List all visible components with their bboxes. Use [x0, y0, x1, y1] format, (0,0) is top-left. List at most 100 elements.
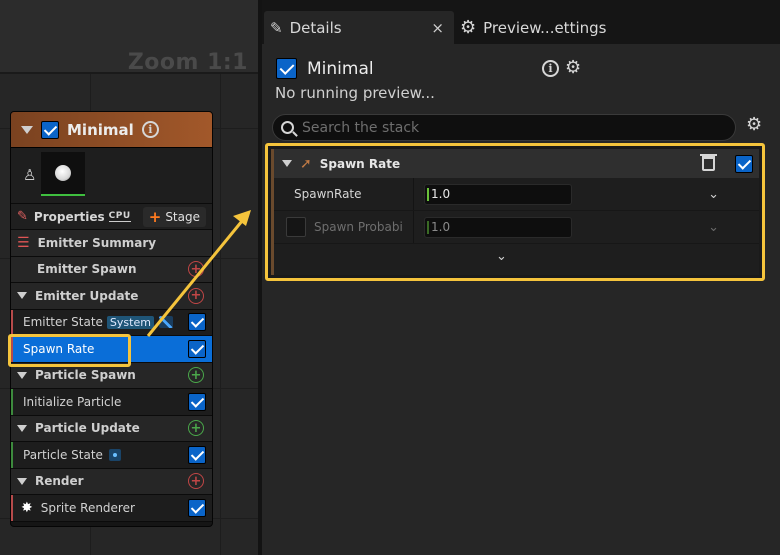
render-label: Render: [35, 474, 84, 489]
module-enable-checkbox[interactable]: [188, 498, 206, 517]
add-stage-button[interactable]: + Stage: [142, 206, 206, 227]
emitter-thumbnail-row: ♙: [11, 148, 212, 204]
collapse-arrow-icon[interactable]: [17, 477, 27, 485]
add-module-icon[interactable]: +: [188, 420, 204, 437]
cpu-badge: CPU: [108, 211, 131, 222]
sprite-icon: ✸: [21, 499, 33, 516]
module-stripe: [11, 495, 13, 521]
emitter-enable-checkbox[interactable]: [276, 58, 297, 79]
stack-search-box[interactable]: [272, 114, 736, 141]
render-section[interactable]: Render +: [11, 468, 212, 495]
details-pencil-icon: ✎: [270, 18, 283, 37]
person-icon[interactable]: ♙: [23, 166, 36, 184]
emitter-spawn-section[interactable]: Emitter Spawn +: [11, 256, 212, 283]
particle-spawn-label: Particle Spawn: [35, 368, 136, 383]
module-spawn-rate[interactable]: Spawn Rate: [11, 336, 212, 363]
module-label: Sprite Renderer: [40, 500, 135, 515]
emitter-node-title: Minimal: [67, 120, 134, 139]
plus-icon: +: [148, 207, 162, 226]
details-content: Minimal i ⚙ No running preview... ⚙ ➚ Sp…: [262, 44, 780, 555]
emitter-update-label: Emitter Update: [35, 288, 139, 303]
particle-spawn-section[interactable]: Particle Spawn +: [11, 362, 212, 389]
graph-toolbar-area: Zoom 1:1: [0, 0, 258, 75]
trash-icon[interactable]: [700, 154, 717, 171]
parameter-label: Spawn Probabi: [314, 220, 403, 234]
module-sprite-renderer[interactable]: ✸ Sprite Renderer: [11, 495, 212, 522]
parameter-label: SpawnRate: [274, 178, 414, 210]
add-renderer-icon[interactable]: +: [188, 473, 204, 490]
details-panel: ✎ Details × ⚙ Preview...ettings Minimal …: [262, 0, 780, 555]
module-enable-checkbox[interactable]: [188, 392, 206, 411]
module-emitter-state[interactable]: Emitter State System: [11, 309, 212, 336]
parameter-row-spawn-probability: Spawn Probabi 1.0 ⌄: [274, 211, 759, 244]
chevron-down-icon[interactable]: ⌄: [708, 220, 719, 235]
collapse-arrow-icon[interactable]: [282, 160, 292, 167]
module-enable-checkbox[interactable]: [735, 154, 753, 173]
particle-tag-icon: [108, 448, 121, 461]
info-icon[interactable]: i: [141, 121, 159, 138]
stage-label: Stage: [165, 209, 200, 224]
pencil-icon: ✎: [17, 209, 28, 224]
tab-bar: ✎ Details × ⚙ Preview...ettings: [262, 0, 780, 44]
emitter-spawn-label: Emitter Spawn: [37, 262, 137, 277]
info-icon[interactable]: i: [542, 59, 559, 77]
graph-canvas[interactable]: Zoom 1:1 Minimal i ♙ ✎ Properties CPU + …: [0, 0, 258, 555]
properties-label: Properties: [33, 209, 105, 224]
emitter-node[interactable]: Minimal i ♙ ✎ Properties CPU + Stage ☰ E…: [10, 111, 213, 527]
emitter-summary-label: Emitter Summary: [37, 235, 157, 250]
module-label: Particle State: [23, 447, 103, 462]
emitter-update-section[interactable]: Emitter Update +: [11, 283, 212, 310]
tab-label: Details: [289, 18, 342, 37]
stack-module-title: Spawn Rate: [319, 156, 401, 171]
particle-ball-icon: [55, 165, 71, 181]
tab-preview-settings[interactable]: ⚙ Preview...ettings: [454, 11, 616, 44]
gear-icon: ⚙: [460, 16, 477, 38]
properties-row[interactable]: ✎ Properties CPU + Stage: [11, 204, 212, 230]
expand-advanced-chevron-icon[interactable]: ⌄: [274, 244, 759, 268]
preview-status-text: No running preview...: [275, 84, 435, 102]
add-module-icon[interactable]: +: [188, 261, 204, 278]
emitter-node-header[interactable]: Minimal i: [11, 112, 212, 148]
module-arrow-icon: ➚: [300, 155, 312, 172]
stack-module-panel: ➚ Spawn Rate SpawnRate 1.0 ⌄ Spawn Proba…: [271, 149, 759, 275]
close-icon[interactable]: ×: [431, 19, 444, 37]
list-icon: ☰: [17, 234, 30, 251]
emitter-name: Minimal: [307, 58, 374, 79]
module-label: Initialize Particle: [23, 394, 122, 409]
search-icon: [281, 121, 294, 134]
module-initialize-particle[interactable]: Initialize Particle: [11, 389, 212, 416]
parameter-override-checkbox[interactable]: [286, 217, 306, 237]
module-enable-checkbox[interactable]: [188, 339, 206, 358]
module-enable-checkbox[interactable]: [188, 313, 206, 332]
spawnrate-value-field[interactable]: 1.0: [424, 183, 572, 205]
collapse-arrow-icon[interactable]: [17, 424, 27, 432]
stack-module-header[interactable]: ➚ Spawn Rate: [274, 149, 759, 178]
emitter-preview-thumbnail[interactable]: [41, 152, 85, 196]
tab-label: Preview...ettings: [483, 18, 607, 37]
module-stripe: [11, 389, 13, 415]
chevron-down-icon[interactable]: ⌄: [708, 187, 719, 202]
collapse-arrow-icon[interactable]: [17, 292, 27, 300]
emitter-enable-checkbox[interactable]: [41, 120, 59, 139]
module-enable-checkbox[interactable]: [188, 445, 206, 464]
add-module-icon[interactable]: +: [188, 367, 204, 384]
particle-update-section[interactable]: Particle Update +: [11, 415, 212, 442]
gear-icon[interactable]: ⚙: [565, 59, 581, 77]
module-stripe: [11, 442, 13, 468]
module-stripe: [11, 336, 13, 362]
module-particle-state[interactable]: Particle State: [11, 442, 212, 469]
search-options-gear-icon[interactable]: ⚙: [746, 116, 762, 134]
system-tag: System: [106, 315, 154, 329]
emitter-summary-row[interactable]: ☰ Emitter Summary: [11, 230, 212, 257]
module-label: Spawn Rate: [23, 341, 95, 356]
particle-update-label: Particle Update: [35, 421, 140, 436]
chart-icon: [158, 316, 173, 329]
collapse-arrow-icon[interactable]: [17, 371, 27, 379]
collapse-arrow-icon[interactable]: [21, 125, 33, 134]
add-module-icon[interactable]: +: [188, 287, 204, 304]
spawn-probability-value-field[interactable]: 1.0: [424, 216, 572, 238]
search-input[interactable]: [302, 119, 702, 136]
tab-details[interactable]: ✎ Details ×: [264, 11, 454, 44]
zoom-label: Zoom 1:1: [127, 50, 248, 75]
parameter-row-spawnrate: SpawnRate 1.0 ⌄: [274, 178, 759, 211]
